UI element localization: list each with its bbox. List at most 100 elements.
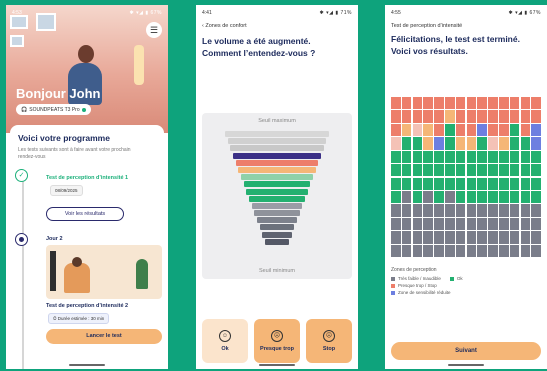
view-results-button[interactable]: Voir les résultats <box>46 207 124 221</box>
result-cell <box>401 204 412 217</box>
result-cell <box>488 231 498 244</box>
result-cell <box>477 137 487 150</box>
result-cell <box>423 150 433 163</box>
step2-label: Jour 2 <box>46 236 63 242</box>
result-cell <box>423 164 433 177</box>
result-cell <box>455 217 466 231</box>
result-cell <box>520 137 531 150</box>
result-cell <box>509 97 520 110</box>
face-icon: ☺ <box>219 330 231 342</box>
result-cell <box>434 244 444 257</box>
wall-frame-image <box>10 15 28 29</box>
home-indicator[interactable] <box>259 364 295 366</box>
result-cell <box>499 164 509 177</box>
result-cell <box>520 97 531 110</box>
volume-level-bar <box>257 217 297 224</box>
result-cell <box>466 204 477 217</box>
program-title: Voici votre programme <box>18 133 110 143</box>
result-cell <box>455 191 466 204</box>
result-cell <box>520 217 531 231</box>
result-cell <box>488 97 498 110</box>
greeting: Bonjour John <box>16 86 101 101</box>
start-test-button[interactable]: Lancer le test <box>46 329 162 344</box>
result-cell <box>477 231 487 244</box>
result-cell <box>423 244 433 257</box>
result-cell <box>445 204 455 217</box>
result-cell <box>488 164 498 177</box>
headphones-icon: 🎧 <box>21 106 28 113</box>
result-cell <box>520 164 531 177</box>
home-indicator[interactable] <box>69 364 105 366</box>
volume-level-bar <box>246 188 308 195</box>
result-cell <box>401 137 412 150</box>
result-cell <box>434 231 444 244</box>
device-name: SOUNDPEATS T3 Pro <box>29 106 80 113</box>
result-cell <box>434 177 444 190</box>
result-cell <box>477 191 487 204</box>
result-cell <box>488 204 498 217</box>
answer-button-ok[interactable]: ☺ Ok <box>202 319 248 363</box>
result-cell <box>455 97 466 110</box>
result-cell <box>423 204 433 217</box>
volume-level-bar <box>241 174 313 181</box>
result-cell <box>531 177 541 190</box>
result-cell <box>423 217 433 231</box>
result-cell <box>509 110 520 123</box>
result-cell <box>401 191 412 204</box>
answer-label: Presque trop <box>260 346 294 352</box>
result-cell <box>531 231 541 244</box>
result-cell <box>391 217 401 231</box>
lamp-image <box>134 45 144 85</box>
result-cell <box>412 191 423 204</box>
face-icon: ☹ <box>323 330 335 342</box>
answer-label: Stop <box>322 346 336 352</box>
result-cell <box>434 97 444 110</box>
results-title: Félicitations, le test est terminé. Voic… <box>391 34 520 57</box>
result-cell <box>531 244 541 257</box>
result-cell <box>391 123 401 137</box>
connected-dot-icon <box>81 107 86 112</box>
menu-button[interactable]: ☰ <box>146 22 162 38</box>
result-cell <box>412 231 423 244</box>
device-chip[interactable]: 🎧 SOUNDPEATS T3 Pro <box>16 104 91 115</box>
volume-level-bar <box>265 238 289 245</box>
legend-title: Zones de perception <box>391 267 437 273</box>
result-cell <box>412 164 423 177</box>
result-cell <box>455 177 466 190</box>
legend-label: Très faible / Inaudible <box>398 276 441 281</box>
back-link[interactable]: ‹ Zones de confort <box>202 23 247 29</box>
volume-level-bar <box>259 224 295 231</box>
result-cell <box>520 244 531 257</box>
result-cell <box>477 177 487 190</box>
result-cell <box>477 123 487 137</box>
answer-button-stop[interactable]: ☹ Stop <box>306 319 352 363</box>
test1-title: Test de perception d’intensité 1 <box>46 175 129 181</box>
result-cell <box>391 110 401 123</box>
result-cell <box>477 244 487 257</box>
home-indicator[interactable] <box>448 364 484 366</box>
result-cell <box>509 150 520 163</box>
legend-swatch <box>391 290 395 295</box>
face-icon: ☹ <box>271 330 283 342</box>
volume-level-bar <box>225 131 329 137</box>
answer-button-almost-too-loud[interactable]: ☹ Presque trop <box>254 319 300 363</box>
armchair-image <box>64 263 90 293</box>
result-cell <box>520 177 531 190</box>
result-cell <box>455 137 466 150</box>
result-cell <box>509 191 520 204</box>
volume-level-bar <box>243 181 311 188</box>
result-cell <box>434 217 444 231</box>
result-cell <box>401 177 412 190</box>
min-threshold-label: Seuil minimum <box>258 268 296 274</box>
result-cell <box>445 217 455 231</box>
result-cell <box>455 123 466 137</box>
result-cell <box>445 231 455 244</box>
result-cell <box>423 137 433 150</box>
next-button[interactable]: Suivant <box>391 342 541 360</box>
result-cell <box>509 217 520 231</box>
result-cell <box>412 137 423 150</box>
result-cell <box>445 177 455 190</box>
result-cell <box>477 164 487 177</box>
result-cell <box>531 204 541 217</box>
status-time: 4:55 <box>391 9 401 16</box>
